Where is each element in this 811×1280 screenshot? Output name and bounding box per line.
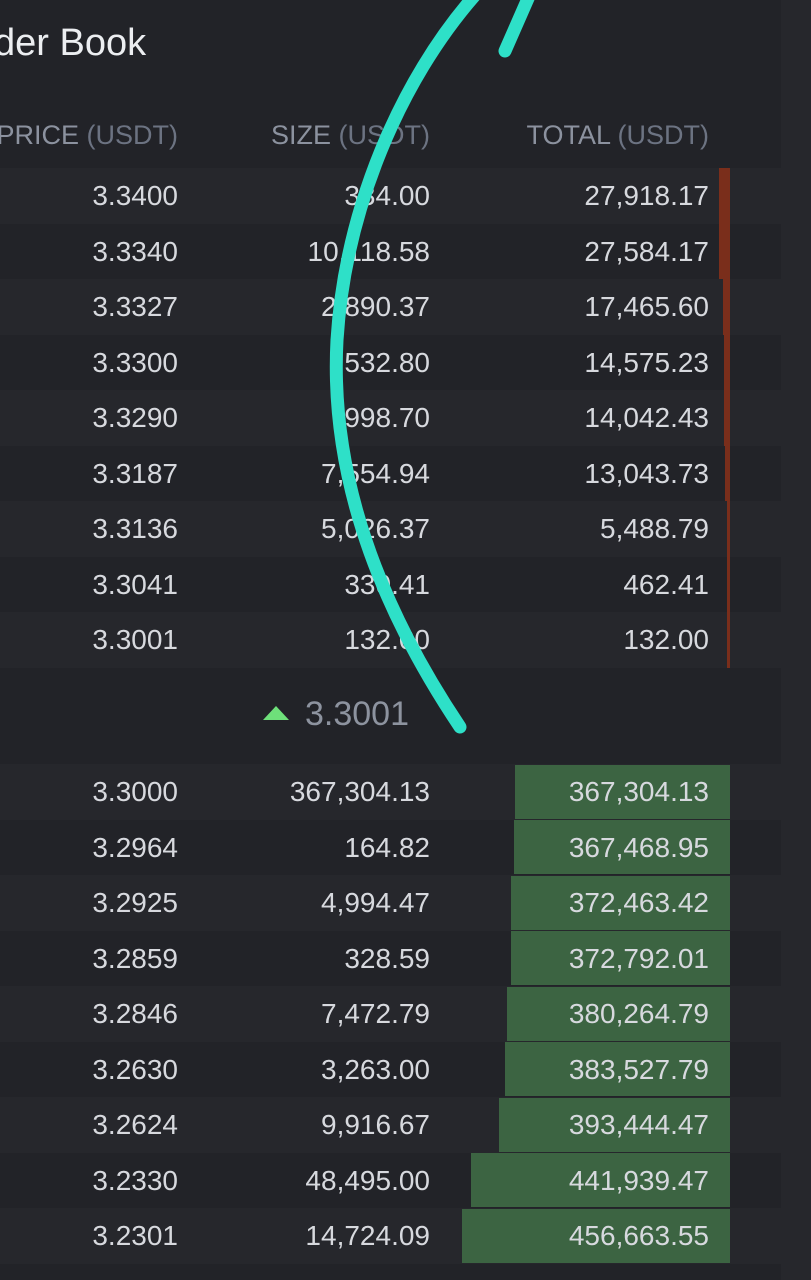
- ask-size: 10,118.58: [307, 235, 431, 267]
- bid-price: 3.2624: [92, 1109, 178, 1140]
- ask-price: 3.3340: [92, 235, 178, 267]
- ask-row[interactable]: 3.3187 7,554.94 13,043.73: [0, 445, 781, 501]
- ask-price: 3.3001: [92, 624, 178, 655]
- bid-row[interactable]: 3.2846 7,472.79 380,264.79: [0, 986, 781, 1042]
- bid-row[interactable]: 3.2859 328.59 372,792.01: [0, 931, 781, 987]
- bid-size: 164.82: [344, 831, 430, 863]
- ask-row[interactable]: 3.3300 532.80 14,575.23: [0, 334, 781, 390]
- bid-row[interactable]: 3.2964 164.82 367,468.95: [0, 820, 781, 876]
- bid-row[interactable]: 3.2624 9,916.67 393,444.47: [0, 1097, 781, 1153]
- ask-total: 14,042.43: [584, 402, 709, 433]
- ask-depth-bar: [724, 334, 730, 390]
- ask-row[interactable]: 3.3136 5,026.37 5,488.79: [0, 501, 781, 557]
- last-price-indicator[interactable]: 3.3001: [0, 688, 781, 740]
- bid-row[interactable]: 3.3000 367,304.13 367,304.13: [0, 764, 781, 820]
- bid-total: 372,792.01: [568, 942, 709, 974]
- ask-depth-bar: [727, 612, 730, 668]
- bid-price: 3.2846: [92, 998, 178, 1029]
- ask-size: 998.70: [344, 402, 430, 433]
- bid-total: 393,444.47: [568, 1109, 709, 1140]
- ask-price: 3.3300: [92, 346, 178, 378]
- bid-total: 383,527.79: [568, 1053, 709, 1085]
- bid-size: 3,263.00: [321, 1053, 430, 1085]
- bid-price: 3.2301: [92, 1220, 178, 1251]
- ask-row[interactable]: 3.3400 334.00 27,918.17: [0, 168, 781, 224]
- bid-total: 441,939.47: [568, 1164, 709, 1196]
- ask-size: 2,890.37: [321, 291, 430, 322]
- ask-orders-list: 3.3400 334.00 27,918.17 3.3340 10,118.58 27,5…: [0, 168, 781, 668]
- scrollbar-track[interactable]: [781, 0, 811, 1280]
- bid-size: 9,916.67: [321, 1109, 430, 1140]
- bid-total: 380,264.79: [568, 998, 709, 1029]
- ask-row[interactable]: 3.3001 132.00 132.00: [0, 612, 781, 668]
- ask-size: 7,554.94: [321, 457, 430, 489]
- ask-depth-bar: [719, 168, 730, 224]
- bid-total: 456,663.55: [568, 1220, 709, 1251]
- price-up-arrow-icon: [263, 706, 289, 720]
- bid-price: 3.2859: [92, 942, 178, 974]
- last-price: 3.3001: [305, 695, 409, 733]
- ask-depth-bar: [723, 279, 730, 335]
- ask-total: 13,043.73: [584, 457, 709, 489]
- bid-row[interactable]: 3.2301 14,724.09 456,663.55: [0, 1208, 781, 1264]
- bid-size: 367,304.13: [289, 776, 430, 807]
- bid-total: 367,304.13: [568, 776, 709, 807]
- ask-price: 3.3400: [92, 180, 178, 211]
- bid-row[interactable]: 3.2630 3,263.00 383,527.79: [0, 1042, 781, 1098]
- ask-total: 14,575.23: [584, 346, 709, 378]
- ask-total: 27,918.17: [584, 180, 709, 211]
- bid-price: 3.3000: [92, 776, 178, 807]
- bid-size: 7,472.79: [321, 998, 430, 1029]
- ask-total: 27,584.17: [584, 235, 709, 267]
- bid-row[interactable]: 3.2330 48,495.00 441,939.47: [0, 1153, 781, 1209]
- size-column-header[interactable]: SIZE (USDT): [271, 112, 430, 158]
- ask-depth-bar: [725, 445, 730, 501]
- ask-size: 330.41: [344, 568, 430, 600]
- ask-price: 3.3041: [92, 568, 178, 600]
- ask-depth-bar: [724, 390, 730, 446]
- price-header-label: PRICE: [0, 120, 79, 150]
- ask-price: 3.3327: [92, 291, 178, 322]
- bid-price: 3.2964: [92, 831, 178, 863]
- ask-size: 334.00: [344, 180, 430, 211]
- ask-total: 462.41: [623, 568, 709, 600]
- column-headers: PRICE (USDT) SIZE (USDT) TOTAL (USDT): [0, 112, 781, 158]
- bid-size: 328.59: [344, 942, 430, 974]
- bid-size: 14,724.09: [305, 1220, 430, 1251]
- ask-row[interactable]: 3.3340 10,118.58 27,584.17: [0, 223, 781, 279]
- ask-row[interactable]: 3.3041 330.41 462.41: [0, 556, 781, 612]
- price-header-unit: (USDT): [86, 120, 178, 150]
- ask-total: 5,488.79: [600, 513, 709, 544]
- bid-row[interactable]: 3.2925 4,994.47 372,463.42: [0, 875, 781, 931]
- bid-size: 4,994.47: [321, 887, 430, 918]
- price-column-header[interactable]: PRICE (USDT): [0, 112, 178, 158]
- ask-size: 532.80: [344, 346, 430, 378]
- size-header-label: SIZE: [270, 120, 331, 150]
- bid-price: 3.2630: [92, 1053, 178, 1085]
- ask-size: 5,026.37: [321, 513, 430, 544]
- ask-row[interactable]: 3.3290 998.70 14,042.43: [0, 390, 781, 446]
- ask-price: 3.3290: [92, 402, 178, 433]
- ask-row[interactable]: 3.3327 2,890.37 17,465.60: [0, 279, 781, 335]
- bid-total: 367,468.95: [568, 831, 709, 863]
- total-header-label: TOTAL: [526, 120, 610, 150]
- ask-size: 132.00: [344, 624, 430, 655]
- bid-size: 48,495.00: [305, 1164, 430, 1196]
- ask-total: 132.00: [623, 624, 709, 655]
- ask-total: 17,465.60: [584, 291, 709, 322]
- ask-depth-bar: [727, 501, 730, 557]
- size-header-unit: (USDT): [338, 120, 430, 150]
- bid-price: 3.2330: [92, 1164, 178, 1196]
- ask-depth-bar: [727, 556, 730, 612]
- total-header-unit: (USDT): [617, 120, 709, 150]
- bid-total: 372,463.42: [568, 887, 709, 918]
- ask-price: 3.3136: [92, 513, 178, 544]
- total-column-header[interactable]: TOTAL (USDT): [526, 112, 709, 158]
- ask-price: 3.3187: [92, 457, 178, 489]
- ask-depth-bar: [719, 223, 730, 279]
- bid-orders-list: 3.3000 367,304.13 367,304.13 3.2964 164.82 36…: [0, 764, 781, 1264]
- bid-price: 3.2925: [92, 887, 178, 918]
- order-book-title: der Book: [0, 22, 147, 64]
